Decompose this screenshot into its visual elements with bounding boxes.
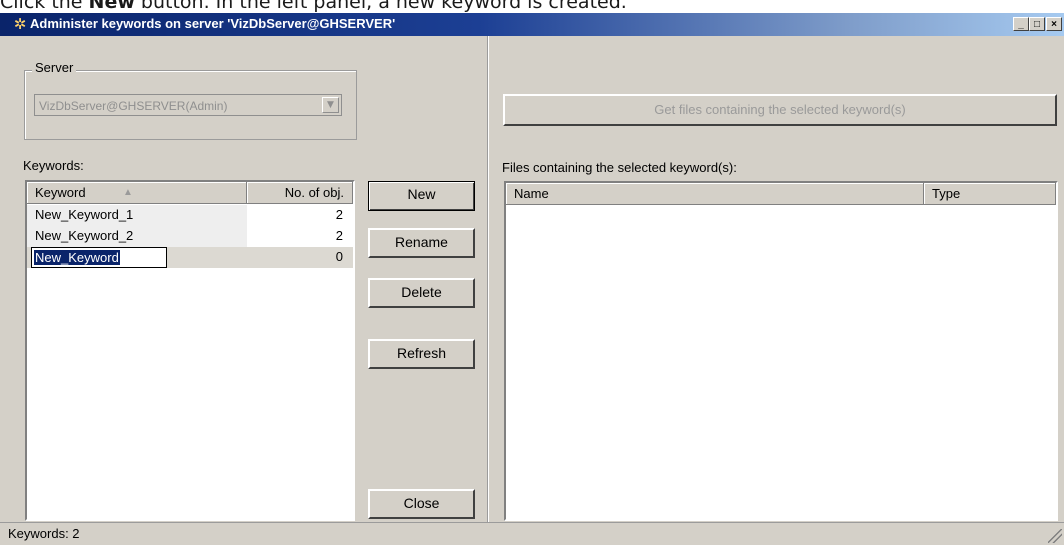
caption-suffix: button. In the left panel, a new keyword… bbox=[134, 0, 627, 13]
resize-grip-icon[interactable] bbox=[1048, 529, 1062, 543]
keyword-column-label: Keyword bbox=[35, 185, 86, 200]
keywords-list[interactable]: Keyword ▲ No. of obj. New_Keyword_1 2 Ne… bbox=[25, 180, 355, 521]
count-cell: 2 bbox=[335, 207, 343, 222]
rename-button[interactable]: Rename bbox=[368, 228, 475, 258]
keyword-cell: New_Keyword_2 bbox=[35, 228, 134, 243]
server-group-label: Server bbox=[32, 60, 77, 75]
table-row-editing[interactable]: New_Keyword 0 bbox=[27, 247, 353, 268]
files-list[interactable]: Name Type bbox=[504, 181, 1058, 521]
panel-divider bbox=[487, 36, 489, 522]
keywords-label: Keywords: bbox=[23, 158, 84, 173]
rename-edit-box[interactable]: New_Keyword bbox=[31, 247, 167, 268]
count-column-header[interactable]: No. of obj. bbox=[247, 182, 353, 204]
count-cell: 2 bbox=[335, 228, 343, 243]
sort-ascending-icon: ▲ bbox=[123, 187, 133, 198]
status-text: Keywords: 2 bbox=[8, 526, 80, 541]
count-column-label: No. of obj. bbox=[284, 185, 344, 200]
chevron-down-icon[interactable]: ▼ bbox=[322, 97, 339, 113]
status-bar: Keywords: 2 bbox=[0, 522, 1064, 545]
server-select[interactable]: VizDbServer@GHSERVER(Admin) ▼ bbox=[34, 94, 342, 116]
caption-bold: New bbox=[88, 0, 135, 13]
name-column-header[interactable]: Name bbox=[506, 183, 924, 205]
window-title: Administer keywords on server 'VizDbServ… bbox=[30, 16, 396, 31]
keyword-admin-dialog: ✲ Administer keywords on server 'VizDbSe… bbox=[0, 13, 1064, 545]
new-button[interactable]: New bbox=[368, 181, 475, 211]
app-icon: ✲ bbox=[13, 15, 27, 33]
type-column-header[interactable]: Type bbox=[924, 183, 1056, 205]
instruction-caption: Click the New button. In the left panel,… bbox=[0, 0, 627, 13]
dialog-content: Server VizDbServer@GHSERVER(Admin) ▼ Key… bbox=[0, 36, 1064, 522]
name-column-label: Name bbox=[514, 186, 549, 201]
get-files-button[interactable]: Get files containing the selected keywor… bbox=[503, 94, 1057, 126]
maximize-button[interactable]: □ bbox=[1029, 17, 1045, 31]
caption-prefix: Click the bbox=[0, 0, 89, 13]
server-select-value: VizDbServer@GHSERVER(Admin) bbox=[39, 99, 228, 113]
keyword-column-header[interactable]: Keyword ▲ bbox=[27, 182, 247, 204]
table-row[interactable]: New_Keyword_2 2 bbox=[27, 226, 353, 247]
title-bar[interactable]: ✲ Administer keywords on server 'VizDbSe… bbox=[0, 13, 1064, 36]
rename-edit-text: New_Keyword bbox=[34, 250, 120, 265]
minimize-button[interactable]: _ bbox=[1013, 17, 1029, 31]
refresh-button[interactable]: Refresh bbox=[368, 339, 475, 369]
close-window-button[interactable]: × bbox=[1046, 17, 1062, 31]
delete-button[interactable]: Delete bbox=[368, 278, 475, 308]
count-cell: 0 bbox=[335, 249, 343, 264]
type-column-label: Type bbox=[932, 186, 961, 201]
table-row[interactable]: New_Keyword_1 2 bbox=[27, 205, 353, 226]
files-label: Files containing the selected keyword(s)… bbox=[502, 160, 737, 175]
close-button[interactable]: Close bbox=[368, 489, 475, 519]
keyword-cell: New_Keyword_1 bbox=[35, 207, 134, 222]
